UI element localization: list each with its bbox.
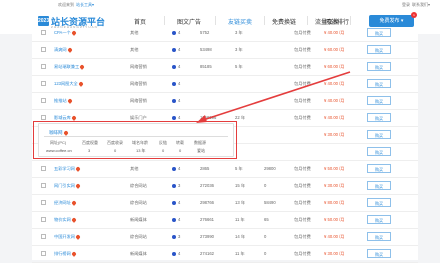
annotation-arrow — [196, 71, 351, 123]
